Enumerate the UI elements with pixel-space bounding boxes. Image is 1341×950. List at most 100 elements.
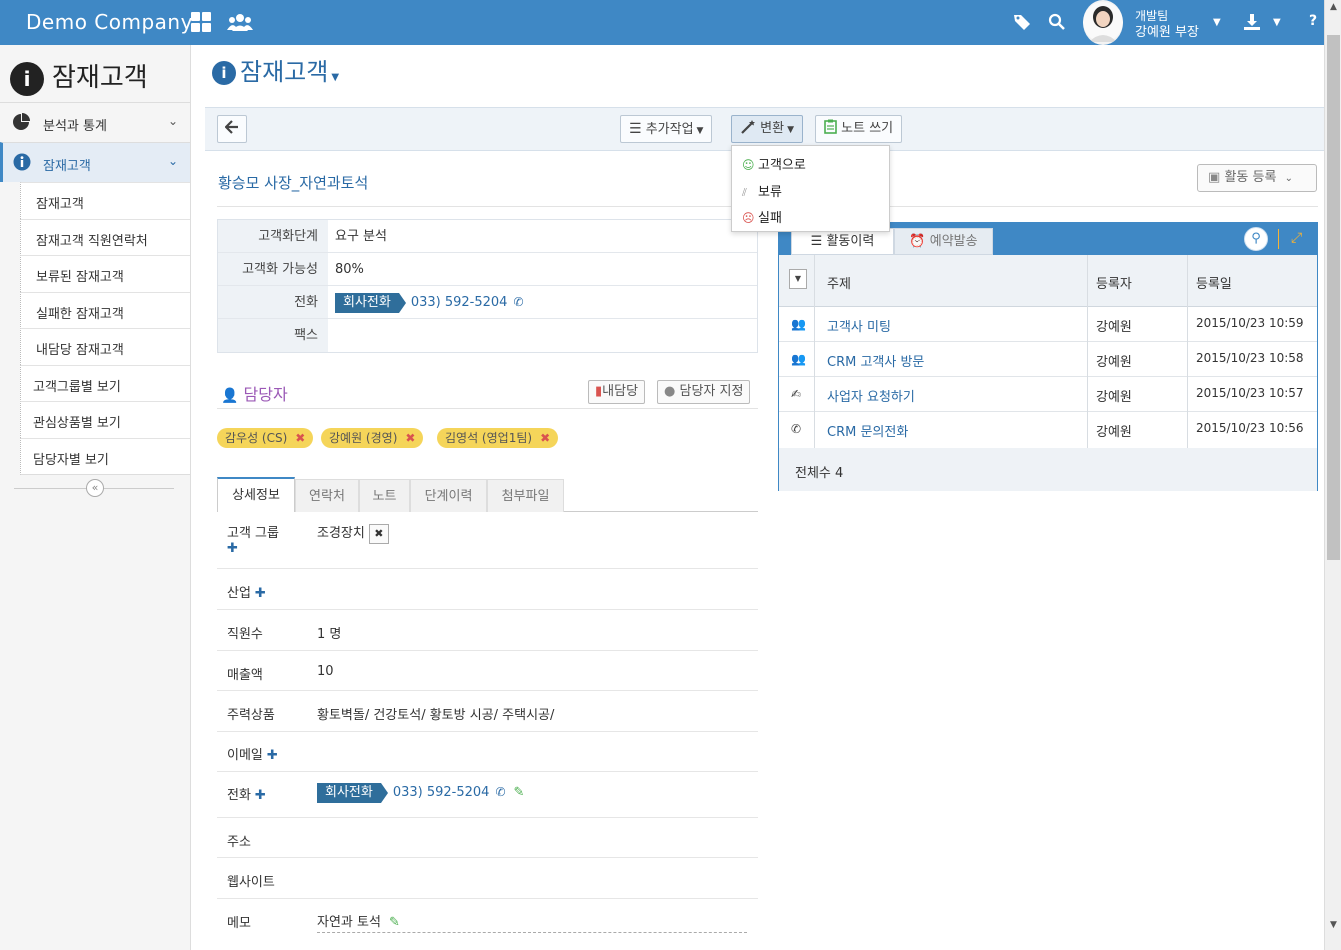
write-note-button[interactable]: 노트 쓰기: [815, 115, 903, 143]
sidebar-section-label: 잠재고객: [43, 159, 91, 174]
scroll-thumb[interactable]: [1327, 35, 1340, 560]
search-icon[interactable]: ⚲: [1244, 227, 1268, 251]
table-row[interactable]: ✍ 사업자 요청하기 강예원 2015/10/23 10:57: [779, 377, 1317, 412]
page-scrollbar[interactable]: ▲ ▼: [1324, 0, 1341, 950]
sidebar-section-analytics[interactable]: 분석과 통계 ⌄: [0, 102, 190, 142]
remove-icon[interactable]: ✖: [405, 431, 415, 445]
phone-link[interactable]: 033) 592-5204: [411, 295, 508, 310]
smile-icon: ☺: [742, 158, 755, 172]
table-row[interactable]: ✆ CRM 문의전화 강예원 2015/10/23 10:56: [779, 412, 1317, 447]
detail-row-email: 이메일 ✚: [217, 732, 758, 772]
tab-notes[interactable]: 노트: [359, 479, 410, 512]
sidebar-item-leads[interactable]: 잠재고객: [20, 182, 190, 219]
scroll-down-icon[interactable]: ▼: [1327, 920, 1340, 930]
info-icon: [13, 153, 31, 175]
detail-row-industry: 산업 ✚: [217, 569, 758, 610]
select-dropdown-button[interactable]: ▼: [789, 269, 807, 289]
edit-icon[interactable]: ✎: [514, 785, 525, 800]
info-row-fax: 팩스: [218, 319, 757, 352]
detail-key: 웹사이트: [227, 875, 275, 890]
sidebar-section-label: 분석과 통계: [43, 119, 107, 134]
activity-subject-link[interactable]: CRM 고객사 방문: [827, 351, 924, 370]
brand-name[interactable]: Demo Company: [26, 10, 193, 34]
sidebar-item-held-leads[interactable]: 보류된 잠재고객: [20, 255, 190, 292]
column-divider: [1187, 255, 1188, 449]
phone-icon: ✆: [791, 422, 802, 436]
activity-author: 강예원: [1096, 390, 1132, 405]
sidebar-item-by-group[interactable]: 고객그룹별 보기: [20, 365, 190, 402]
download-caret-icon[interactable]: ▼: [1273, 17, 1281, 28]
sidebar-item-my-leads[interactable]: 내담당 잠재고객: [20, 328, 190, 365]
convert-button[interactable]: 변환 ▼: [731, 115, 803, 143]
chevron-down-icon[interactable]: ⌄: [168, 114, 178, 128]
detail-row-memo: 메모 자연과 토석 ✎: [217, 899, 758, 939]
remove-group-button[interactable]: ✖: [368, 524, 389, 544]
magic-wand-icon: [740, 120, 760, 136]
users-icon[interactable]: [227, 11, 253, 37]
detail-row-employees: 직원수 1 명: [217, 610, 758, 651]
tab-contacts[interactable]: 연락처: [295, 479, 359, 512]
phone-link[interactable]: 033) 592-5204: [393, 785, 490, 800]
apps-grid-icon[interactable]: [190, 11, 212, 37]
add-icon[interactable]: ✚: [255, 788, 266, 803]
menu-item-fail[interactable]: ☹ 실패: [742, 207, 782, 226]
sidebar-section-leads[interactable]: 잠재고객 ⌄: [0, 142, 190, 182]
menu-item-hold[interactable]: ⫽ 보류: [742, 181, 782, 200]
detail-value: 10: [317, 664, 334, 679]
assign-manager-button[interactable]: ● 담당자 지정: [657, 380, 751, 404]
more-actions-button[interactable]: ☰ 추가작업 ▼: [620, 115, 713, 143]
user-name[interactable]: 강예원 부장: [1135, 21, 1199, 40]
info-key: 전화: [218, 286, 328, 318]
detail-row-phone: 전화 ✚ 회사전화 033) 592-5204 ✆ ✎: [217, 772, 758, 818]
scroll-up-icon[interactable]: ▲: [1327, 2, 1340, 12]
my-assignment-button[interactable]: ▮내담당: [588, 380, 646, 404]
tab-stage-history[interactable]: 단계이력: [410, 479, 487, 512]
tab-scheduled-send[interactable]: ⏰ 예약발송: [894, 228, 993, 255]
edit-icon[interactable]: ✎: [389, 915, 400, 930]
menu-item-to-customer[interactable]: ☺ 고객으로: [742, 154, 806, 173]
back-button[interactable]: [217, 115, 247, 143]
activity-subject-link[interactable]: 사업자 요청하기: [827, 386, 915, 405]
tab-activity-history[interactable]: ☰ 활동이력: [791, 228, 894, 255]
tags-icon[interactable]: [1013, 13, 1031, 35]
manager-pill[interactable]: 강예원 (경영) ✖: [321, 428, 424, 448]
sidebar-item-lead-contacts[interactable]: 잠재고객 직원연락처: [20, 219, 190, 256]
activity-subject-link[interactable]: 고객사 미팅: [827, 316, 891, 335]
user-menu-caret-icon[interactable]: ▼: [1213, 17, 1221, 28]
tab-attachments[interactable]: 첨부파일: [487, 479, 564, 512]
search-icon[interactable]: [1048, 13, 1066, 35]
activity-subject-link[interactable]: CRM 문의전화: [827, 421, 908, 440]
remove-icon[interactable]: ✖: [540, 431, 550, 445]
help-icon[interactable]: ?: [1309, 13, 1317, 29]
avatar[interactable]: [1083, 0, 1123, 45]
page-title[interactable]: i 잠재고객 ▼: [212, 52, 339, 87]
manager-pill[interactable]: 감우성 (CS) ✖: [217, 428, 314, 448]
managers-title: 👤 담당자: [221, 385, 288, 404]
sidebar-item-by-manager[interactable]: 담당자별 보기: [20, 438, 190, 475]
remove-icon[interactable]: ✖: [295, 431, 305, 445]
tab-details[interactable]: 상세정보: [217, 477, 295, 512]
download-icon[interactable]: [1243, 13, 1261, 35]
collapse-sidebar-icon[interactable]: «: [86, 479, 104, 497]
add-icon[interactable]: ✚: [267, 748, 278, 763]
manager-pill[interactable]: 김영석 (영업1팀) ✖: [437, 428, 559, 448]
column-date[interactable]: 등록일: [1196, 273, 1232, 292]
add-icon[interactable]: ✚: [227, 541, 238, 556]
chevron-down-icon[interactable]: ⌄: [168, 154, 178, 168]
table-row[interactable]: 👥 CRM 고객사 방문 강예원 2015/10/23 10:58: [779, 342, 1317, 377]
detail-key: 직원수: [227, 627, 263, 642]
phone-icon[interactable]: ✆: [495, 785, 505, 799]
expand-icon[interactable]: ⤢: [1291, 230, 1302, 246]
sidebar-item-failed-leads[interactable]: 실패한 잠재고객: [20, 292, 190, 329]
add-icon[interactable]: ✚: [255, 586, 266, 601]
caret-down-icon[interactable]: ▼: [331, 72, 339, 83]
register-activity-button[interactable]: ▣ 활동 등록 ⌄: [1197, 164, 1317, 192]
detail-key: 매출액: [227, 668, 263, 683]
column-subject[interactable]: 주제: [827, 273, 851, 292]
phone-icon[interactable]: ✆: [513, 295, 523, 309]
column-author[interactable]: 등록자: [1096, 273, 1132, 292]
sidebar-item-by-product[interactable]: 관심상품별 보기: [20, 401, 190, 438]
hold-icon: ⫽: [742, 186, 747, 199]
detail-key: 메모: [227, 916, 251, 931]
table-row[interactable]: 👥 고객사 미팅 강예원 2015/10/23 10:59: [779, 307, 1317, 342]
